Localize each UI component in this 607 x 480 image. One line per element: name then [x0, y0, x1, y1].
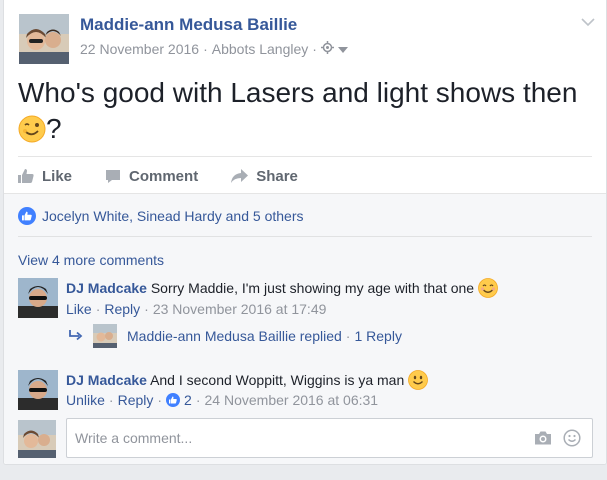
comment-timestamp[interactable]: 23 November 2016 at 17:49	[153, 301, 327, 317]
comment-label: Comment	[129, 167, 199, 185]
comment-text: Sorry Maddie, I'm just showing my age wi…	[150, 280, 475, 296]
divider	[18, 236, 592, 237]
meta-separator: ·	[157, 392, 163, 408]
comment-input[interactable]: Write a comment...	[66, 418, 593, 458]
like-button[interactable]: Like	[18, 168, 72, 185]
post-meta: 22 November 2016 · Abbots Langley ·	[80, 41, 348, 57]
comment-text: And I second Woppitt, Wiggins is ya man	[150, 372, 405, 388]
comment-meta: Unlike · Reply · 2 · 24 November 2016 at…	[66, 392, 378, 408]
comment-input-placeholder: Write a comment...	[75, 430, 193, 446]
like-badge-icon	[18, 207, 36, 225]
likers-summary[interactable]: Jocelyn White, Sinead Hardy and 5 others	[18, 207, 303, 225]
smile-emoji-icon	[408, 370, 429, 390]
comment-button[interactable]: Comment	[105, 168, 198, 185]
post-actions: Like Comment Share	[18, 160, 331, 192]
share-button[interactable]: Share	[231, 168, 298, 185]
author-avatar[interactable]	[19, 14, 69, 64]
reply-arrow-icon	[69, 328, 83, 344]
reply-count-link[interactable]: 1 Reply	[354, 328, 401, 344]
meta-separator: ·	[195, 392, 201, 408]
comment-author[interactable]: DJ Madcake	[66, 372, 147, 388]
ufi-feedback: Jocelyn White, Sinead Hardy and 5 others…	[4, 193, 606, 464]
comment-meta: Like · Reply · 23 November 2016 at 17:49	[66, 301, 326, 317]
emoji-icon[interactable]	[563, 429, 581, 452]
viewer-avatar	[18, 420, 56, 458]
commenter-avatar[interactable]	[18, 278, 58, 318]
reply-avatar	[93, 324, 117, 348]
comment-likes-count[interactable]: 2	[184, 392, 192, 408]
comment-reply-link[interactable]: Reply	[118, 392, 154, 408]
commenter-avatar[interactable]	[18, 370, 58, 410]
comment-body: DJ Madcake And I second Woppitt, Wiggins…	[66, 370, 429, 390]
post-location[interactable]: Abbots Langley	[212, 41, 309, 57]
replies-summary[interactable]: Maddie-ann Medusa Baillie replied · 1 Re…	[69, 324, 402, 348]
chevron-down-icon[interactable]	[580, 14, 596, 30]
comment-unlike-link[interactable]: Unlike	[66, 392, 105, 408]
meta-separator: ·	[203, 41, 208, 57]
like-label: Like	[42, 167, 73, 185]
post-date[interactable]: 22 November 2016	[80, 41, 199, 57]
post-body: Who's good with Lasers and light shows t…	[18, 77, 578, 108]
post-suffix: ?	[46, 113, 62, 144]
camera-icon[interactable]	[534, 430, 552, 451]
meta-separator: ·	[108, 392, 114, 408]
post-author-name[interactable]: Maddie-ann Medusa Baillie	[80, 15, 297, 35]
audience-dropdown-icon[interactable]	[337, 41, 348, 57]
post-card: Maddie-ann Medusa Baillie 22 November 20…	[3, 0, 607, 465]
meta-separator: ·	[144, 301, 149, 317]
post-text: Who's good with Lasers and light shows t…	[18, 75, 603, 147]
like-badge-icon	[166, 393, 181, 407]
view-more-comments-link[interactable]: View 4 more comments	[18, 252, 164, 268]
comment-author[interactable]: DJ Madcake	[66, 280, 147, 296]
comment-body: DJ Madcake Sorry Maddie, I'm just showin…	[66, 278, 498, 298]
share-icon	[231, 169, 249, 183]
comment-timestamp[interactable]: 24 November 2016 at 06:31	[205, 392, 379, 408]
likers-text: Jocelyn White, Sinead Hardy and 5 others	[42, 208, 304, 224]
smile-emoji-icon	[478, 278, 498, 298]
comment-reply-link[interactable]: Reply	[104, 301, 140, 317]
meta-separator: ·	[95, 301, 101, 317]
comment-like-link[interactable]: Like	[66, 301, 92, 317]
meta-separator-2: ·	[312, 41, 317, 57]
wink-emoji-icon	[18, 115, 46, 143]
share-label: Share	[256, 167, 298, 185]
globe-icon[interactable]	[320, 41, 334, 57]
meta-separator: ·	[345, 328, 351, 344]
comment-icon	[106, 170, 121, 183]
thumbs-up-icon	[18, 169, 34, 183]
reply-summary-text[interactable]: Maddie-ann Medusa Baillie replied	[127, 328, 342, 344]
divider	[18, 156, 592, 157]
